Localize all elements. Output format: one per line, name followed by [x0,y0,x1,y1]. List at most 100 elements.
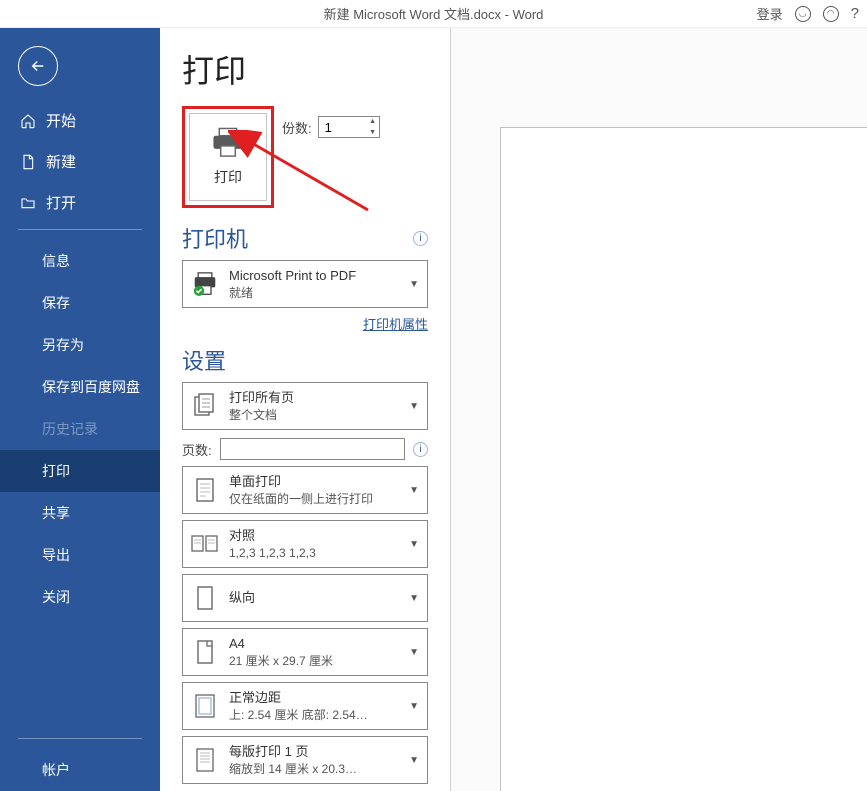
info-icon[interactable]: i [413,442,428,457]
copies-label: 份数: [282,118,312,137]
dropdown-line1: A4 [229,635,399,653]
sidebar-item-label: 打开 [46,192,76,213]
chevron-down-icon: ▼ [409,647,419,658]
sidebar-item-label: 共享 [42,505,70,521]
dropdown-text: A4 21 厘米 x 29.7 厘米 [229,635,399,669]
spinner-up[interactable]: ▲ [367,116,379,127]
margins-selector[interactable]: 正常边距 上: 2.54 厘米 底部: 2.54… ▼ [182,682,428,730]
sidebar-item-close[interactable]: 关闭 [0,576,160,618]
sidebar-item-label: 信息 [42,253,70,269]
sidebar-item-label: 历史记录 [42,421,98,437]
margins-icon [191,693,219,719]
printer-heading: 打印机 [182,222,248,254]
spinner-down[interactable]: ▼ [367,127,379,138]
pages-icon [191,393,219,419]
sidebar-item-saveas[interactable]: 另存为 [0,324,160,366]
copies-input-wrap: ▲ ▼ [318,116,380,138]
orientation-selector[interactable]: 纵向 ▼ [182,574,428,622]
print-range-selector[interactable]: 打印所有页 整个文档 ▼ [182,382,428,430]
annotation-highlight-box: 打印 [182,106,274,208]
back-arrow-icon [29,57,47,75]
sad-face-icon[interactable]: ◠ [823,6,839,22]
home-icon [20,113,36,129]
sidebar-item-save-baidu[interactable]: 保存到百度网盘 [0,366,160,408]
sidebar-item-print[interactable]: 打印 [0,450,160,492]
chevron-down-icon: ▼ [409,755,419,766]
dropdown-line1: 纵向 [229,589,399,607]
title-bar: 新建 Microsoft Word 文档.docx - Word 登录 ◡ ◠ … [0,0,867,28]
sidebar-item-label: 帐户 [42,762,70,778]
sidebar-separator [18,229,142,230]
collate-icon [191,533,219,555]
printer-selector-text: Microsoft Print to PDF 就绪 [229,267,399,301]
chevron-down-icon: ▼ [409,279,419,290]
pages-per-sheet-selector[interactable]: 每版打印 1 页 缩放到 14 厘米 x 20.3… ▼ [182,736,428,784]
sidebar-item-home[interactable]: 开始 [0,100,160,141]
print-button[interactable]: 打印 [189,113,267,201]
chevron-down-icon: ▼ [409,593,419,604]
sidebar-item-label: 关闭 [42,589,70,605]
sidebar-item-share[interactable]: 共享 [0,492,160,534]
pages-per-sheet-icon [191,747,219,773]
print-button-row: 打印 份数: ▲ ▼ [182,106,428,208]
sidebar-item-account[interactable]: 帐户 [0,749,160,791]
chevron-down-icon: ▼ [409,539,419,550]
print-settings-pane: 打印 打印 份数: ▲ [160,28,450,791]
dropdown-line1: 对照 [229,527,399,545]
settings-heading: 设置 [182,344,226,376]
dropdown-line2: 缩放到 14 厘米 x 20.3… [229,761,399,777]
sidebar-item-export[interactable]: 导出 [0,534,160,576]
help-button[interactable]: ? [851,5,859,22]
dropdown-line2: 1,2,3 1,2,3 1,2,3 [229,545,399,561]
printer-selector[interactable]: Microsoft Print to PDF 就绪 ▼ [182,260,428,308]
sidebar-item-history: 历史记录 [0,408,160,450]
sidebar-item-label: 保存到百度网盘 [42,379,140,395]
dropdown-line2: 21 厘米 x 29.7 厘米 [229,653,399,669]
info-icon[interactable]: i [413,231,428,246]
sidebar-item-label: 保存 [42,295,70,311]
copies-spinner: ▲ ▼ [367,116,379,138]
back-button[interactable] [18,46,58,86]
sidebar-item-label: 新建 [46,151,76,172]
sidebar-item-save[interactable]: 保存 [0,282,160,324]
printer-status-icon [191,272,219,296]
portrait-icon [191,585,219,611]
login-link[interactable]: 登录 [757,4,783,23]
sidebar-subgroup: 信息 保存 另存为 保存到百度网盘 历史记录 打印 共享 导出 关闭 [0,240,160,618]
dropdown-text: 单面打印 仅在纸面的一侧上进行打印 [229,473,399,507]
smile-face-icon[interactable]: ◡ [795,6,811,22]
preview-page [501,128,867,791]
print-preview-pane [450,28,867,791]
pages-input[interactable] [220,438,405,460]
copies-input[interactable] [319,120,367,135]
chevron-down-icon: ▼ [409,401,419,412]
pages-row: 页数: i [182,438,428,460]
printer-icon [210,127,246,159]
dropdown-text: 正常边距 上: 2.54 厘米 底部: 2.54… [229,689,399,723]
settings-section-header: 设置 [182,344,428,376]
paper-size-selector[interactable]: A4 21 厘米 x 29.7 厘米 ▼ [182,628,428,676]
title-bar-right: 登录 ◡ ◠ ? [757,4,859,23]
sidebar-item-label: 导出 [42,547,70,563]
dropdown-line1: 每版打印 1 页 [229,743,399,761]
sidebar-item-label: 开始 [46,110,76,131]
print-button-label: 打印 [214,167,242,187]
printer-properties-link[interactable]: 打印机属性 [363,317,428,332]
collate-selector[interactable]: 对照 1,2,3 1,2,3 1,2,3 ▼ [182,520,428,568]
sidebar-item-new[interactable]: 新建 [0,141,160,182]
sidebar-separator [18,738,142,739]
dropdown-line2: 整个文档 [229,407,399,423]
document-title: 新建 Microsoft Word 文档.docx - Word [324,4,544,23]
dropdown-line1: 打印所有页 [229,389,399,407]
dropdown-text: 每版打印 1 页 缩放到 14 厘米 x 20.3… [229,743,399,777]
page-title: 打印 [182,46,428,92]
sidebar-item-label: 打印 [42,463,70,479]
dropdown-text: 纵向 [229,589,399,607]
sidebar-item-info[interactable]: 信息 [0,240,160,282]
sidebar-item-open[interactable]: 打开 [0,182,160,223]
open-folder-icon [20,195,36,211]
copies-control: 份数: ▲ ▼ [282,116,380,138]
sides-selector[interactable]: 单面打印 仅在纸面的一侧上进行打印 ▼ [182,466,428,514]
dropdown-line1: 单面打印 [229,473,399,491]
dropdown-line2: 仅在纸面的一侧上进行打印 [229,491,399,507]
